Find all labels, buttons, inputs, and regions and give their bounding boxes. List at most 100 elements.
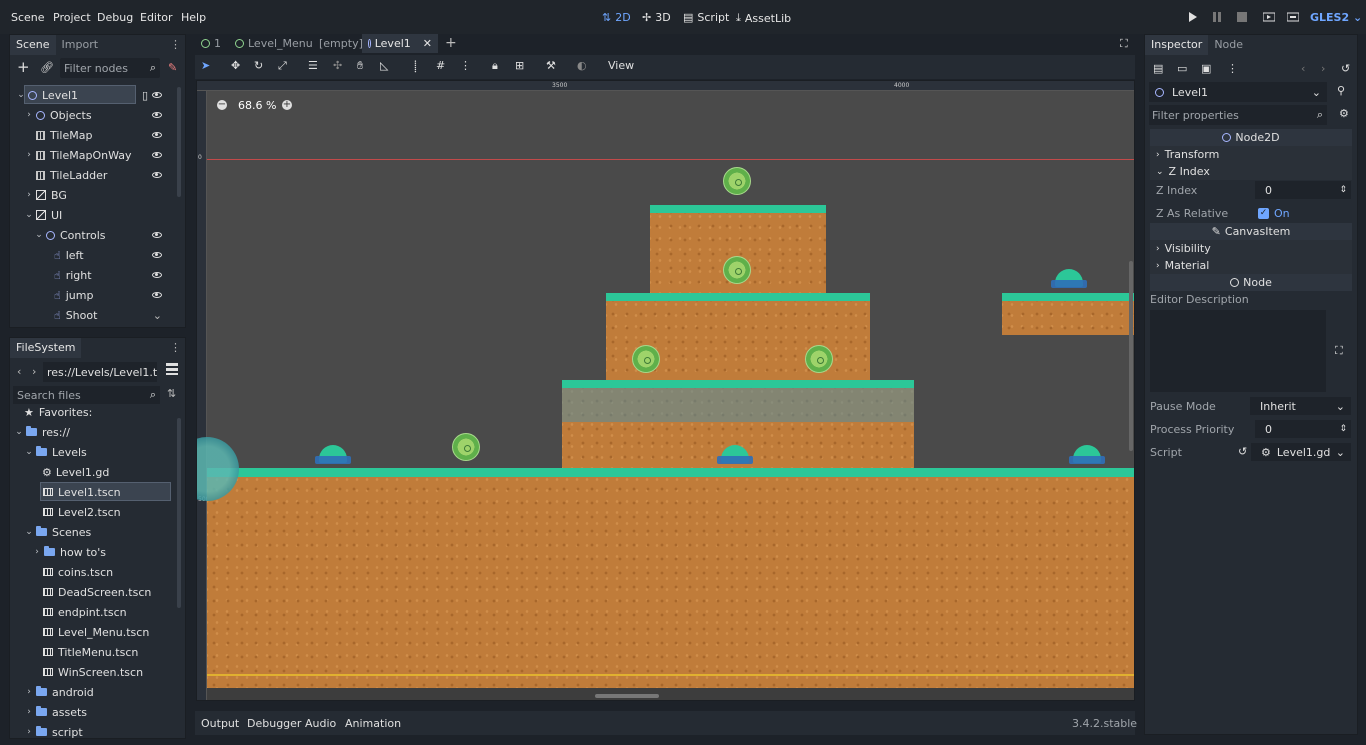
tab-node[interactable]: Node <box>1208 35 1249 55</box>
smart-snap-icon[interactable]: ⸽ <box>414 59 417 74</box>
tree-node-ui[interactable]: ⌄ UI <box>10 205 180 225</box>
tree-node-controls[interactable]: ⌄ Controls <box>10 225 180 245</box>
tree-node-objects[interactable]: › Objects <box>10 105 180 125</box>
visibility-eye-icon[interactable] <box>152 232 162 238</box>
pause-icon[interactable] <box>1212 12 1222 22</box>
file-item-assets[interactable]: › assets <box>10 702 178 722</box>
close-icon[interactable]: ✕ <box>423 37 432 50</box>
tree-node-level1[interactable]: ⌄ Level1 ▯ <box>10 85 180 105</box>
group-visibility[interactable]: › Visibility <box>1150 240 1352 257</box>
renderer-select[interactable]: GLES2 ⌄ <box>1310 11 1362 24</box>
visibility-eye-icon[interactable] <box>152 152 162 158</box>
select-tool-icon[interactable]: ➤ <box>201 59 210 72</box>
script-resource-field[interactable]: ⚙ Level1.gd ⌄ <box>1251 443 1351 461</box>
file-item-titlemenu[interactable]: TitleMenu.tscn <box>10 642 178 662</box>
forward-icon[interactable]: › <box>32 365 36 378</box>
add-node-icon[interactable]: + <box>17 60 30 75</box>
tab-scene[interactable]: Scene <box>10 35 56 55</box>
file-item-levels[interactable]: ⌄ Levels <box>10 442 178 462</box>
scene-tab-empty[interactable]: [empty] <box>313 34 369 53</box>
file-item-android[interactable]: › android <box>10 682 178 702</box>
group-icon[interactable]: ⊞ <box>515 59 524 72</box>
chevron-right-icon[interactable]: › <box>24 707 34 717</box>
tab-animation[interactable]: Animation <box>345 717 401 730</box>
visibility-eye-icon[interactable] <box>152 112 162 118</box>
chevron-right-icon[interactable]: › <box>24 190 34 200</box>
play-scene-icon[interactable] <box>1263 12 1275 22</box>
menu-help[interactable]: Help <box>181 11 206 24</box>
script-attached-icon[interactable]: ▯ <box>142 89 148 102</box>
chevron-down-icon[interactable]: ⌄ <box>24 447 34 457</box>
object-selector[interactable]: Level1 ⌄ <box>1149 82 1327 102</box>
scene-tree-scrollbar[interactable] <box>177 87 181 197</box>
tree-node-tilemap[interactable]: TileMap <box>10 125 180 145</box>
visibility-eye-icon[interactable] <box>152 172 162 178</box>
fullscreen-icon[interactable]: ⛶ <box>1120 37 1128 51</box>
menu-scene[interactable]: Scene <box>11 11 45 24</box>
chevron-right-icon[interactable]: › <box>24 687 34 697</box>
chevron-down-icon[interactable]: ⌄ <box>14 427 24 437</box>
vertical-scrollbar[interactable] <box>1129 261 1133 451</box>
view-menu[interactable]: View <box>608 59 634 72</box>
zoom-in-icon[interactable]: + <box>282 100 292 110</box>
file-item-res[interactable]: ⌄ res:// <box>10 422 178 442</box>
property-tools-icon[interactable]: ⚙ <box>1339 107 1349 120</box>
zindex-spinbox[interactable]: 0 ⇕ <box>1255 181 1351 199</box>
grid-snap-icon[interactable]: # <box>436 59 445 72</box>
group-zindex[interactable]: ⌄ Z Index <box>1150 163 1352 180</box>
script-instance-icon[interactable]: ✎ <box>168 61 177 74</box>
scene-tab-level1[interactable]: Level1 ✕ <box>362 34 438 53</box>
file-item-script[interactable]: › script <box>10 722 178 739</box>
process-priority-spinbox[interactable]: 0 ⇕ <box>1255 420 1351 438</box>
tab-debugger[interactable]: Debugger <box>247 717 301 730</box>
file-item-level2-tscn[interactable]: Level2.tscn <box>10 502 178 522</box>
file-item-deadscreen[interactable]: DeadScreen.tscn <box>10 582 178 602</box>
chevron-down-icon[interactable]: ⌄ <box>24 527 34 537</box>
file-item-scenes[interactable]: ⌄ Scenes <box>10 522 178 542</box>
file-item-favorites[interactable]: ★ Favorites: <box>10 402 178 422</box>
pan-icon[interactable]: ✋︎ <box>357 59 363 73</box>
zoom-out-icon[interactable]: − <box>217 100 227 110</box>
tree-node-jump[interactable]: ☝︎ jump <box>10 285 180 305</box>
snap-options-icon[interactable]: ⋮ <box>460 59 471 72</box>
mode-script-button[interactable]: ▤ Script <box>683 11 729 24</box>
file-item-level1-gd[interactable]: ⚙ Level1.gd <box>10 462 178 482</box>
chevron-right-icon[interactable]: › <box>32 547 42 557</box>
revert-icon[interactable]: ↺ <box>1238 445 1247 458</box>
list-select-icon[interactable]: ☰ <box>308 59 318 72</box>
editor-description-textarea[interactable] <box>1150 310 1326 392</box>
scene-tab-1[interactable]: 1 <box>195 34 227 53</box>
visibility-eye-icon[interactable] <box>152 272 162 278</box>
group-material[interactable]: › Material <box>1150 257 1352 274</box>
mode-2d-button[interactable]: ⇅ 2D <box>602 11 631 24</box>
chevron-right-icon[interactable]: › <box>24 110 34 120</box>
menu-project[interactable]: Project <box>53 11 91 24</box>
mode-assetlib-button[interactable]: ⤓ AssetLib <box>736 11 791 25</box>
split-mode-icon[interactable] <box>166 363 178 375</box>
scale-tool-icon[interactable]: ⤢ <box>278 59 287 73</box>
chevron-down-icon[interactable]: ⌄ <box>153 309 162 322</box>
filter-nodes-input[interactable]: Filter nodes ⌕ <box>60 58 160 78</box>
history-icon[interactable]: ↺ <box>1341 62 1350 75</box>
menu-debug[interactable]: Debug <box>97 11 133 24</box>
dock-menu-icon[interactable]: ⋮ <box>170 38 181 51</box>
mode-3d-button[interactable]: ✢ 3D <box>642 11 671 24</box>
object-tools-icon[interactable]: ⚲ <box>1337 84 1345 97</box>
visibility-eye-icon[interactable] <box>152 92 162 98</box>
tab-import[interactable]: Import <box>56 35 105 55</box>
tab-output[interactable]: Output <box>201 717 239 730</box>
canvas-viewport[interactable]: 3500 4000 0 500 − 68.6 % + <box>196 80 1135 701</box>
group-transform[interactable]: › Transform <box>1150 146 1352 163</box>
tree-node-tileladder[interactable]: TileLadder <box>10 165 180 185</box>
resource-menu-icon[interactable]: ⋮ <box>1227 62 1238 75</box>
history-forward-icon[interactable]: › <box>1321 62 1325 75</box>
path-field[interactable]: res://Levels/Level1.tsc <box>43 362 157 382</box>
chevron-right-icon[interactable]: › <box>24 150 34 160</box>
chevron-down-icon[interactable]: ⌄ <box>24 210 34 220</box>
tree-node-bg[interactable]: › BG <box>10 185 180 205</box>
link-icon[interactable]: 🔗︎ <box>40 61 54 74</box>
visibility-eye-icon[interactable] <box>152 252 162 258</box>
visibility-eye-icon[interactable] <box>152 292 162 298</box>
play-icon[interactable] <box>1188 12 1198 22</box>
file-item-winscreen[interactable]: WinScreen.tscn <box>10 662 178 682</box>
